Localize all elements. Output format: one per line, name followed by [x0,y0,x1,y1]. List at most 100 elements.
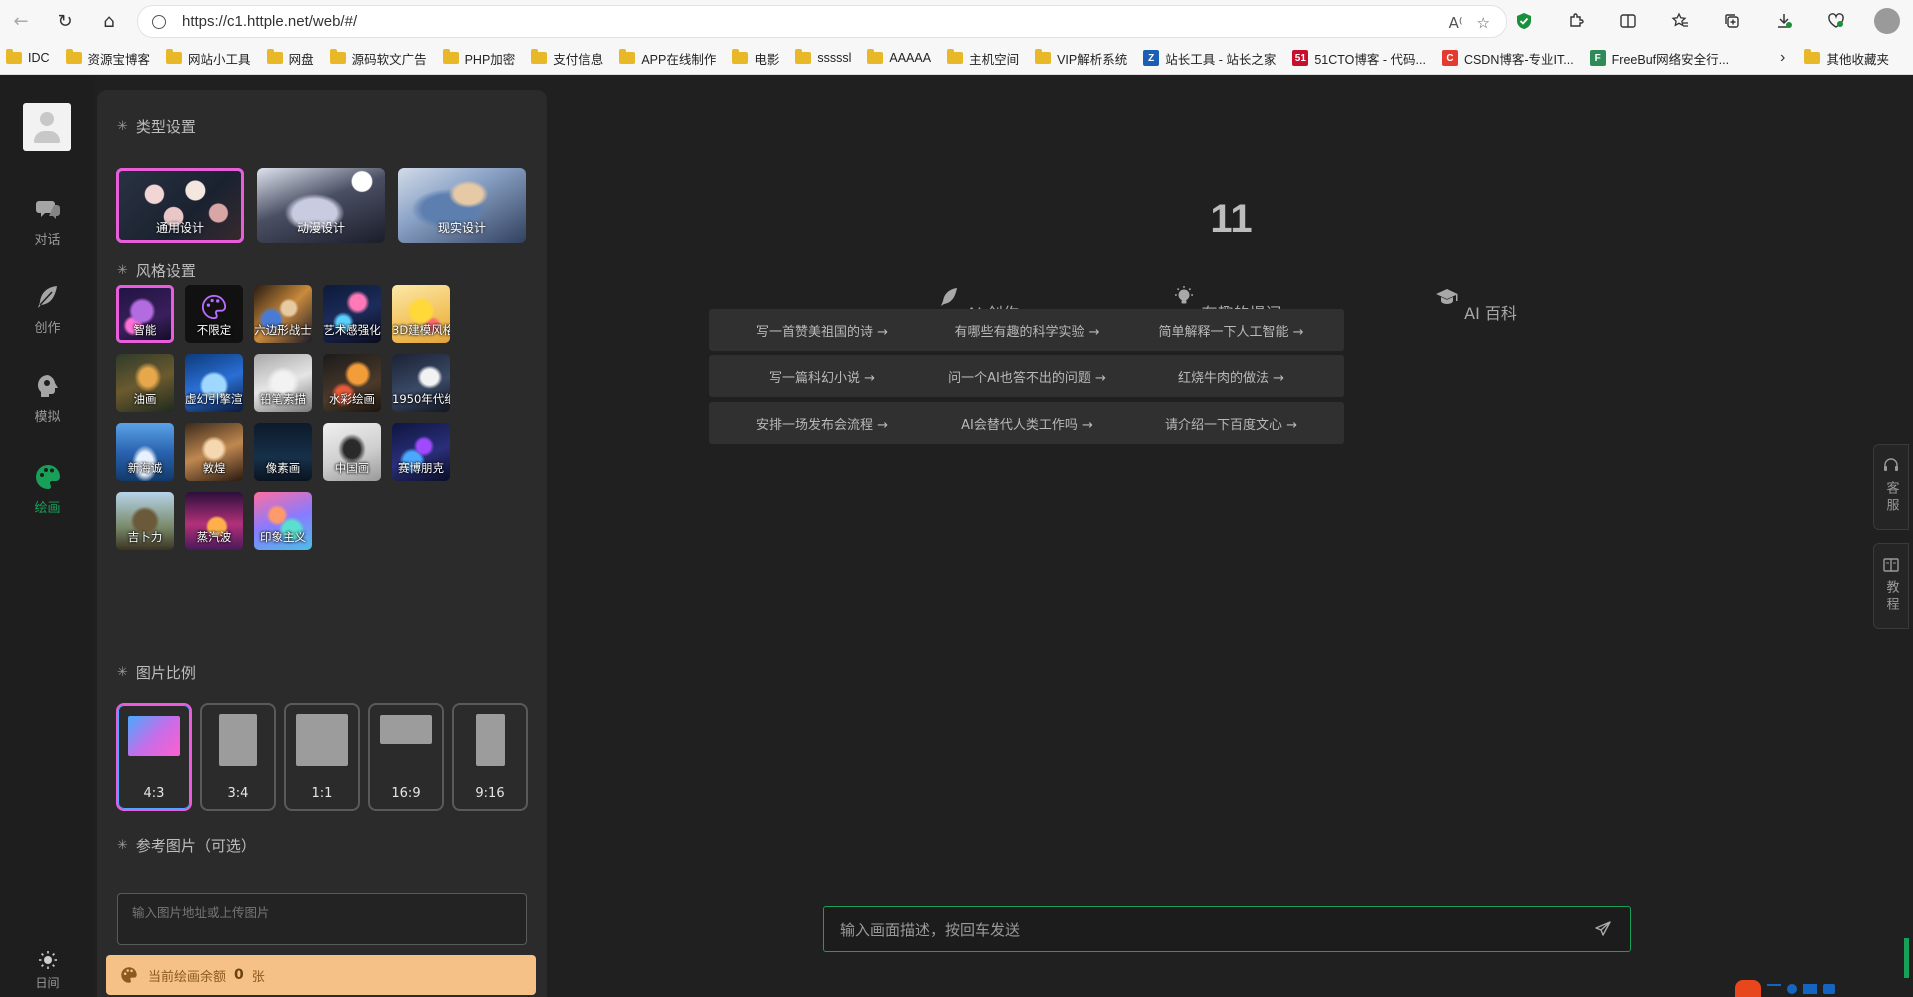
shield-extension-icon[interactable] [1510,7,1538,35]
style-option[interactable]: 印象主义 [254,492,312,550]
bookmark-label: AAAAA [889,51,932,65]
user-avatar[interactable] [23,103,71,151]
style-option[interactable]: 水彩绘画 [323,354,381,412]
favorite-star-icon[interactable]: ☆ [1477,14,1490,32]
style-option[interactable]: 铅笔素描 [254,354,312,412]
scrollbar-thumb[interactable] [1904,938,1909,978]
reference-image-input[interactable] [117,893,527,945]
bookmark-label: CSDN博客-专业IT... [1463,52,1574,67]
bookmark-item[interactable]: 支付信息 [531,49,603,68]
ime-mode-icon [1767,983,1781,994]
suggested-prompt-button[interactable]: 问一个AI也答不出的问题 → [914,355,1140,397]
style-option[interactable]: 新海诚 [116,423,174,481]
bookmark-label: 资源宝博客 [87,52,151,67]
bookmark-item[interactable]: C CSDN博客-专业IT... [1441,49,1574,68]
other-bookmarks[interactable]: 其他收藏夹 [1804,43,1889,73]
draw-prompt-input[interactable]: 输入画面描述，按回车发送 [823,906,1631,952]
suggested-prompt-button[interactable]: 请介绍一下百度文心 → [1118,402,1344,444]
site-info-icon[interactable] [152,14,166,29]
style-option[interactable]: 1950年代纸张 [392,354,450,412]
bookmark-item[interactable]: 电影 [732,49,779,68]
style-option-label: 六边形战士 [254,323,312,337]
style-option[interactable]: 蒸汽波 [185,492,243,550]
bookmark-item[interactable]: F FreeBuf网络安全行... [1589,49,1729,68]
rail-item-create[interactable]: 创作 [0,283,95,336]
left-rail: 对话 创作 模拟 绘画 日间 [0,75,95,997]
style-option[interactable]: 艺术感强化 [323,285,381,343]
style-option[interactable]: 不限定 [185,285,243,343]
ratio-option-4-3[interactable]: 4:3 [116,703,192,811]
bookmark-item[interactable]: PHP加密 [442,49,515,68]
folder-icon [1035,49,1052,64]
bookmark-label: 主机空间 [969,52,1020,67]
bookmark-item[interactable]: 51 51CTO博客 - 代码... [1292,49,1426,68]
split-screen-icon[interactable] [1614,7,1642,35]
ratio-option-9-16[interactable]: 9:16 [452,703,528,811]
app-root: 对话 创作 模拟 绘画 日间 ✳ 类型设置 通用设计 动漫设计 现实设计 ✳ 风… [0,75,1913,997]
collections-icon[interactable] [1718,7,1746,35]
bookmark-item[interactable]: AAAAA [867,49,932,65]
downloads-icon[interactable] [1770,7,1798,35]
style-option-label: 赛博朋克 [398,461,444,475]
performance-icon[interactable] [1822,7,1850,35]
tutorial-button[interactable]: 教程 [1873,543,1909,629]
bookmark-item[interactable]: APP在线制作 [619,49,716,68]
bookmark-item[interactable]: 网站小工具 [166,49,251,68]
bookmark-item[interactable]: sssssl [795,49,851,65]
bookmark-item[interactable]: 源码软文广告 [329,49,427,68]
customer-service-button[interactable]: 客服 [1873,444,1909,530]
ime-toolbar[interactable] [1735,980,1835,997]
suggested-prompt-button[interactable]: 写一篇科幻小说 → [709,355,935,397]
style-option[interactable]: 虚幻引擎渲染 [185,354,243,412]
style-option[interactable]: 3D建模风格 [392,285,450,343]
rail-item-simulate[interactable]: 模拟 [0,372,95,425]
home-icon[interactable]: ⌂ [96,8,122,34]
style-option[interactable]: 油画 [116,354,174,412]
bookmark-label: IDC [28,51,50,65]
ratio-option-1-1[interactable]: 1:1 [284,703,360,811]
read-aloud-icon[interactable]: A⁽ [1449,14,1463,32]
ratio-option-16-9[interactable]: 16:9 [368,703,444,811]
style-option[interactable]: 像素画 [254,423,312,481]
extensions-icon[interactable] [1562,7,1590,35]
style-option[interactable]: 中国画 [323,423,381,481]
suggested-prompt-button[interactable]: 有哪些有趣的科学实验 → [914,309,1140,351]
sun-icon [38,951,57,969]
bookmark-item[interactable]: IDC [6,49,50,65]
bookmark-item[interactable]: Z 站长工具 - 站长之家 [1143,49,1276,68]
ratio-label: 1:1 [311,786,333,801]
rail-item-draw[interactable]: 绘画 [0,463,95,516]
style-option[interactable]: 吉卜力 [116,492,174,550]
suggested-prompt-button[interactable]: 红烧牛肉的做法 → [1118,355,1344,397]
style-option[interactable]: 六边形战士 [254,285,312,343]
rail-item-chat[interactable]: 对话 [0,195,95,248]
suggested-prompt-button[interactable]: 安排一场发布会流程 → [709,402,935,444]
suggested-prompt-button[interactable]: AI会替代人类工作吗 → [914,402,1140,444]
bookmarks-overflow-chevron-icon[interactable]: › [1780,43,1785,73]
feather-icon [37,286,57,308]
bookmark-item[interactable]: 资源宝博客 [65,49,151,68]
ratio-option-3-4[interactable]: 3:4 [200,703,276,811]
bookmark-item[interactable]: 主机空间 [947,49,1019,68]
style-option[interactable]: 智能 [116,285,174,343]
theme-toggle[interactable]: 日间 [0,950,95,991]
suggested-prompt-button[interactable]: 简单解释一下人工智能 → [1118,309,1344,351]
suggested-prompt-button[interactable]: 写一首赞美祖国的诗 → [709,309,935,351]
reload-icon[interactable]: ↻ [52,8,78,34]
style-option[interactable]: 敦煌 [185,423,243,481]
style-option[interactable]: 赛博朋克 [392,423,450,481]
profile-avatar-icon[interactable] [1874,8,1900,34]
address-bar[interactable]: https://c1.httple.net/web/#/ A⁽ ☆ [137,5,1507,38]
type-card-anime[interactable]: 动漫设计 [257,168,385,243]
bookmark-item[interactable]: 网盘 [266,49,314,68]
type-card-general[interactable]: 通用设计 [116,168,244,243]
palette-icon [35,465,60,489]
send-icon[interactable] [1594,920,1612,938]
back-icon[interactable]: ← [8,8,34,34]
bookmark-item[interactable]: VIP解析系统 [1035,49,1127,68]
favorites-icon[interactable] [1666,7,1694,35]
folder-icon [329,49,346,64]
tutorial-label: 教程 [1883,580,1899,614]
folder-icon [732,49,749,64]
type-card-realistic[interactable]: 现实设计 [398,168,526,243]
